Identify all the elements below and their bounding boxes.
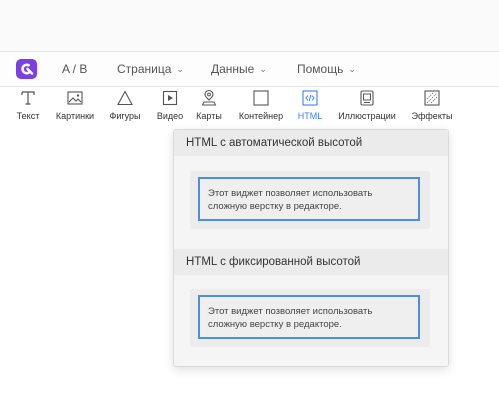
tool-effects[interactable]: Эффекты (408, 88, 456, 126)
tool-images[interactable]: Картинки (52, 88, 98, 126)
shapes-icon (116, 88, 134, 108)
tool-illustrations[interactable]: Иллюстрации (334, 88, 400, 126)
html-auto-height-widget[interactable]: Этот виджет позволяет использовать сложн… (190, 171, 430, 229)
logo-icon (21, 63, 34, 75)
menu-page[interactable]: Страница ⌄ (117, 62, 184, 76)
html-widget-dropdown: HTML с автоматической высотой Этот видже… (173, 129, 449, 367)
chevron-down-icon: ⌄ (348, 63, 356, 74)
illustrations-icon (358, 88, 376, 108)
ab-test-menu[interactable]: A / B (62, 62, 87, 76)
menu-data-label: Данные (211, 62, 255, 76)
menu-data[interactable]: Данные ⌄ (211, 62, 267, 76)
tool-shapes-label: Фигуры (109, 111, 141, 121)
tool-illustrations-label: Иллюстрации (338, 111, 396, 121)
html-fixed-height-widget[interactable]: Этот виджет позволяет использовать сложн… (190, 289, 430, 347)
image-icon (66, 88, 84, 108)
tool-video-label: Видео (156, 111, 184, 121)
map-pin-icon (200, 88, 218, 108)
html-code-icon (301, 88, 319, 108)
app-logo[interactable] (16, 59, 37, 79)
section-fixed-height-title: HTML с фиксированной высотой (174, 249, 448, 275)
widget-toolbar: Текст Картинки Фигуры Видео Карты Контей… (0, 88, 499, 128)
tool-maps-label: Карты (196, 111, 222, 121)
ab-label: A / B (62, 62, 88, 76)
chevron-down-icon: ⌄ (259, 63, 267, 74)
tool-html[interactable]: HTML (294, 88, 326, 126)
chevron-down-icon: ⌄ (176, 63, 184, 74)
tool-container-label: Контейнер (238, 111, 284, 121)
section-auto-height: Этот виджет позволяет использовать сложн… (174, 156, 448, 249)
tool-text-label: Текст (16, 111, 40, 121)
section-auto-height-title: HTML с автоматической высотой (174, 130, 448, 156)
tool-text[interactable]: Текст (12, 88, 44, 126)
menu-help[interactable]: Помощь ⌄ (297, 62, 356, 76)
tool-images-label: Картинки (55, 111, 95, 121)
menu-help-label: Помощь (297, 62, 344, 76)
tool-container[interactable]: Контейнер (236, 88, 286, 126)
tool-maps[interactable]: Карты (194, 88, 224, 126)
tool-video[interactable]: Видео (154, 88, 186, 126)
text-icon (19, 88, 37, 108)
tool-shapes[interactable]: Фигуры (106, 88, 144, 126)
menu-page-label: Страница (117, 62, 172, 76)
widget-preview-text: Этот виджет позволяет использовать сложн… (198, 177, 420, 221)
top-band (0, 0, 499, 52)
effects-icon (423, 88, 441, 108)
section-fixed-height: Этот виджет позволяет использовать сложн… (174, 275, 448, 366)
tool-html-label: HTML (297, 111, 323, 121)
widget-preview-text: Этот виджет позволяет использовать сложн… (198, 295, 420, 339)
video-icon (161, 88, 179, 108)
tool-effects-label: Эффекты (411, 111, 453, 121)
container-icon (252, 88, 270, 108)
